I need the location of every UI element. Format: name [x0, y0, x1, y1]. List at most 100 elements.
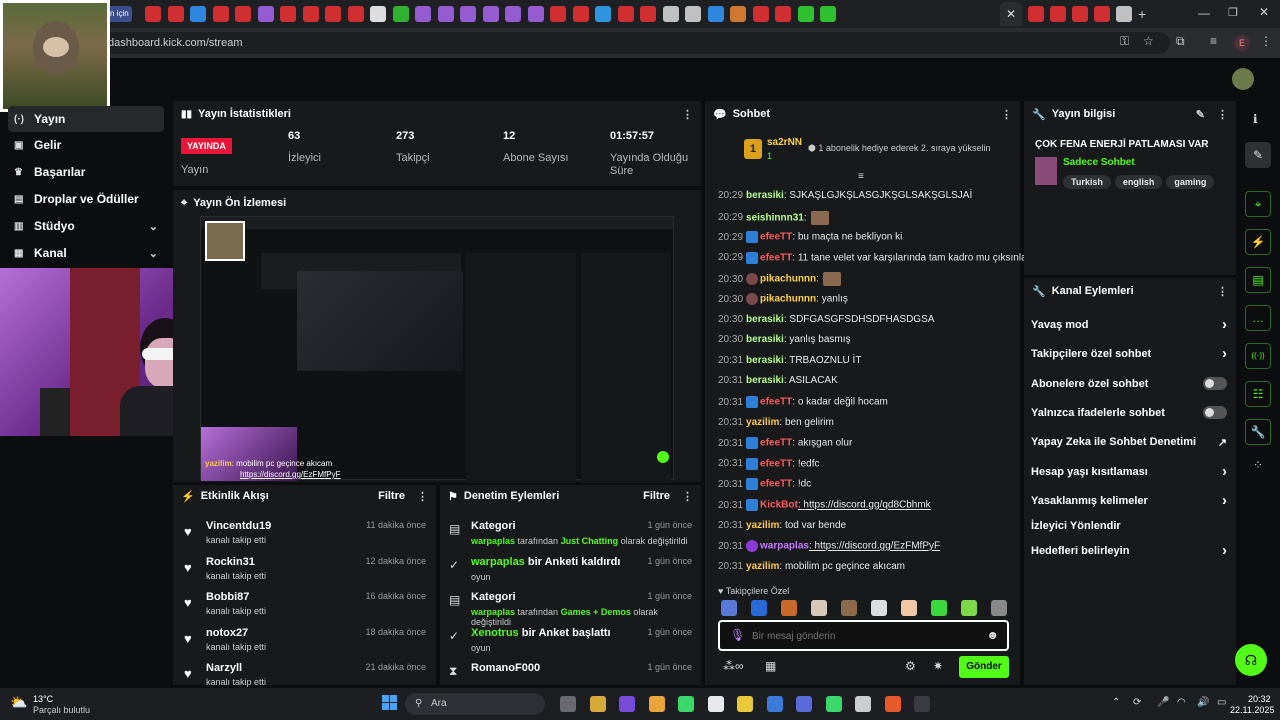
- browser-tab-favicon[interactable]: [190, 6, 206, 22]
- channel-action-5[interactable]: Yapay Zeka ile Sohbet Denetimi ↗: [1031, 436, 1227, 449]
- chat-username[interactable]: efeeTT: [760, 479, 792, 490]
- browser-tab-favicon[interactable]: [550, 6, 566, 22]
- info-icon[interactable]: ℹ: [1253, 112, 1258, 126]
- browser-tab-favicon[interactable]: [662, 6, 679, 22]
- chat-username[interactable]: berasiki: [746, 375, 784, 386]
- channel-action-6[interactable]: Hesap yaşı kısıtlaması ›: [1031, 463, 1227, 480]
- browser-tab-favicon[interactable]: [640, 6, 656, 22]
- taskbar-app-icon[interactable]: [855, 696, 871, 712]
- browser-tab-favicon[interactable]: [572, 6, 589, 22]
- emote-button[interactable]: [841, 600, 857, 616]
- taskbar-app-icon[interactable]: [678, 696, 694, 712]
- rail-activity-icon[interactable]: ⚡: [1245, 229, 1271, 255]
- chat-scroll-icon[interactable]: ≡: [858, 171, 864, 182]
- browser-tab-favicon[interactable]: [617, 6, 634, 22]
- mic-icon[interactable]: 🎙: [730, 628, 745, 642]
- chat-link[interactable]: : https://discord.gg/qd8Cbhmk: [798, 500, 931, 511]
- chat-username[interactable]: efeeTT: [760, 438, 792, 449]
- sidebar-item-gelir[interactable]: ▣ Gelir: [8, 132, 164, 158]
- chat-username[interactable]: berasiki: [746, 334, 784, 345]
- support-headset-icon[interactable]: ☊: [1235, 644, 1267, 676]
- browser-tab-favicon[interactable]: [370, 6, 386, 22]
- chat-username[interactable]: berasiki: [746, 190, 784, 201]
- taskbar-app-icon[interactable]: [707, 696, 724, 712]
- emote-button[interactable]: [751, 600, 767, 616]
- activity-menu-icon[interactable]: ⋮: [417, 490, 428, 503]
- clock-time[interactable]: 20:32: [1248, 694, 1271, 704]
- tray-mic-icon[interactable]: 🎤: [1157, 697, 1169, 708]
- moderation-user[interactable]: warpaplas: [471, 556, 525, 568]
- chat-username[interactable]: efeeTT: [760, 397, 792, 408]
- emote-button[interactable]: [961, 600, 977, 616]
- sidebar-item-droplar-ve-ödüller[interactable]: ▤ Droplar ve Ödüller: [8, 186, 164, 212]
- toggle-switch[interactable]: [1203, 377, 1227, 390]
- chat-message-input[interactable]: [752, 627, 972, 645]
- rail-stats-icon[interactable]: ▤: [1245, 267, 1271, 293]
- active-tab-close-icon[interactable]: ✕: [1000, 2, 1022, 26]
- key-icon[interactable]: ⚿: [1120, 34, 1129, 49]
- stats-menu-icon[interactable]: ⋮: [682, 108, 693, 121]
- activity-filter-button[interactable]: Filtre: [378, 490, 405, 502]
- stream-info-menu-icon[interactable]: ⋮: [1217, 108, 1228, 121]
- browser-tab-favicon[interactable]: [797, 6, 814, 22]
- emote-button[interactable]: [991, 600, 1007, 616]
- sidebar-item-kanal[interactable]: ▦ Kanal ⌄: [8, 240, 164, 266]
- browser-tab-favicon[interactable]: [1028, 6, 1044, 22]
- taskbar-app-icon[interactable]: [884, 696, 901, 712]
- taskbar-app-icon[interactable]: [796, 696, 812, 712]
- chat-username[interactable]: pikachunnn: [760, 294, 816, 305]
- browser-tab-favicon[interactable]: [1094, 6, 1110, 22]
- browser-tab-favicon[interactable]: [595, 6, 611, 22]
- chat-link[interactable]: : https://discord.gg/EzFMfPyF: [809, 541, 940, 552]
- browser-tab-favicon[interactable]: [775, 6, 791, 22]
- top-gifter-name[interactable]: sa2rNN: [767, 137, 802, 148]
- moderation-user[interactable]: warpaplas: [471, 536, 515, 546]
- emote-button[interactable]: [721, 600, 737, 616]
- sidebar-item-başarılar[interactable]: ♛ Başarılar: [8, 159, 164, 185]
- browser-tab-favicon[interactable]: [730, 6, 746, 22]
- chat-username[interactable]: yazilim: [746, 520, 779, 531]
- chat-username[interactable]: berasiki: [746, 314, 784, 325]
- chat-menu-icon[interactable]: ⋮: [1001, 108, 1012, 121]
- tray-sync-icon[interactable]: ⟳: [1133, 697, 1141, 708]
- taskbar-search[interactable]: ⚲ Ara: [405, 693, 545, 715]
- browser-tab-favicon[interactable]: [415, 6, 431, 22]
- browser-tab-favicon[interactable]: [685, 6, 701, 22]
- emote-button[interactable]: [871, 600, 887, 616]
- sidebar-item-stüdyo[interactable]: ▥ Stüdyo ⌄: [8, 213, 164, 239]
- chat-username[interactable]: yazilim: [746, 417, 779, 428]
- browser-tab-favicon[interactable]: [325, 6, 341, 22]
- channel-action-4[interactable]: Yalnızca ifadelerle sohbet: [1031, 406, 1227, 419]
- new-tab-icon[interactable]: +: [1138, 6, 1146, 22]
- taskbar-app-icon[interactable]: [648, 696, 665, 712]
- rail-chat-icon[interactable]: …: [1245, 305, 1271, 331]
- rail-broadcast-icon[interactable]: ((·)): [1245, 343, 1271, 369]
- chat-username[interactable]: warpaplas: [760, 541, 809, 552]
- user-avatar[interactable]: [1232, 68, 1254, 90]
- moderation-user[interactable]: warpaplas: [471, 607, 515, 617]
- browser-tab-favicon[interactable]: [820, 6, 836, 22]
- browser-tab-favicon[interactable]: [707, 6, 724, 22]
- tray-wifi-icon[interactable]: ◠: [1177, 697, 1186, 708]
- taskbar-app-icon[interactable]: [589, 696, 606, 712]
- chat-username[interactable]: berasiki: [746, 355, 784, 366]
- chat-username[interactable]: yazilim: [746, 561, 779, 572]
- taskbar-app-icon[interactable]: [560, 696, 576, 712]
- browser-tab-favicon[interactable]: [392, 6, 409, 22]
- tray-volume-icon[interactable]: 🔊: [1197, 697, 1209, 708]
- chat-username[interactable]: efeeTT: [760, 458, 792, 469]
- browser-tab-favicon[interactable]: [1050, 6, 1066, 22]
- badge-icon[interactable]: ✷: [933, 659, 943, 673]
- browser-tab-favicon[interactable]: [527, 6, 544, 22]
- channel-action-7[interactable]: Yasaklanmış kelimeler ›: [1031, 492, 1227, 509]
- extensions-icon[interactable]: ⧉: [1176, 34, 1185, 49]
- browser-menu-icon[interactable]: ⋮: [1260, 34, 1272, 48]
- browser-tab-favicon[interactable]: [752, 6, 769, 22]
- category-name[interactable]: Sadece Sohbet: [1063, 157, 1135, 168]
- rail-moderation-icon[interactable]: ☷: [1245, 381, 1271, 407]
- taskbar-app-icon[interactable]: [914, 696, 930, 712]
- chat-username[interactable]: efeeTT: [760, 232, 792, 243]
- emote-button[interactable]: [781, 600, 797, 616]
- emoji-icon[interactable]: ☻: [986, 628, 999, 642]
- tray-chevron-icon[interactable]: ⌃: [1112, 697, 1120, 708]
